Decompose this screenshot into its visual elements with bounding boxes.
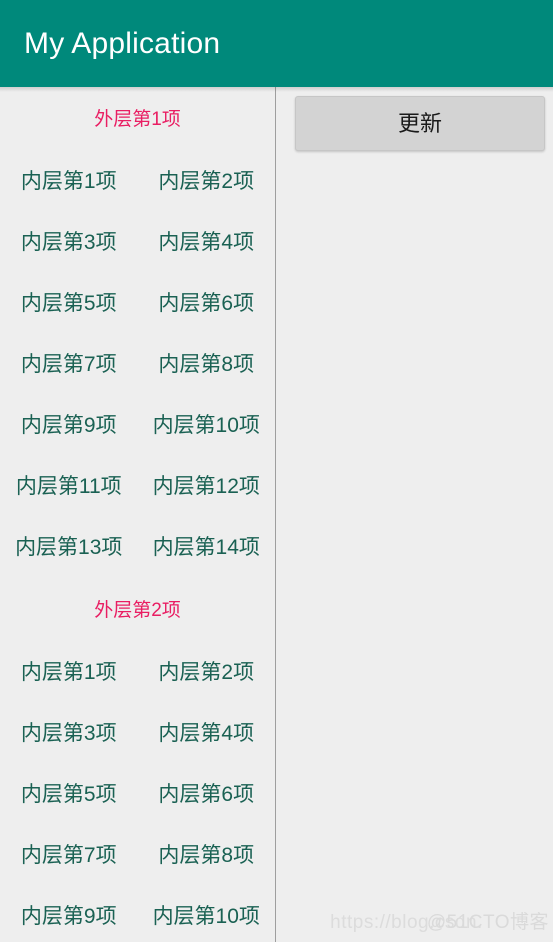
list-item[interactable]: 内层第2项 <box>138 662 276 683</box>
list-item[interactable]: 内层第6项 <box>138 293 276 314</box>
list-row: 内层第5项 内层第6项 <box>0 764 275 825</box>
list-item[interactable]: 内层第8项 <box>138 354 276 375</box>
list-item[interactable]: 内层第11项 <box>0 476 138 497</box>
list-item[interactable]: 内层第7项 <box>0 354 138 375</box>
list-item[interactable]: 内层第10项 <box>138 906 276 927</box>
list-item[interactable]: 内层第14项 <box>138 537 276 558</box>
list-row: 内层第1项 内层第2项 <box>0 151 275 212</box>
list-item[interactable]: 内层第12项 <box>138 476 276 497</box>
list-item[interactable]: 内层第6项 <box>138 784 276 805</box>
list-row: 内层第9项 内层第10项 <box>0 886 275 942</box>
list-group-header[interactable]: 外层第1项 <box>0 87 275 151</box>
list-item[interactable]: 内层第5项 <box>0 293 138 314</box>
list-item[interactable]: 内层第13项 <box>0 537 138 558</box>
page-title: My Application <box>24 26 221 60</box>
list-row: 内层第1项 内层第2项 <box>0 642 275 703</box>
list-group-header[interactable]: 外层第2项 <box>0 578 275 642</box>
list-item[interactable]: 内层第9项 <box>0 906 138 927</box>
expandable-list-view[interactable]: 外层第1项 内层第1项 内层第2项 内层第3项 内层第4项 内层第5项 内层第6项 内层第7项… <box>0 87 276 942</box>
list-item[interactable]: 内层第9项 <box>0 415 138 436</box>
list-item[interactable]: 内层第4项 <box>138 723 276 744</box>
list-row: 内层第3项 内层第4项 <box>0 703 275 764</box>
right-panel: 更新 <box>276 87 553 942</box>
app-bar: My Application <box>0 0 553 87</box>
list-row: 内层第7项 内层第8项 <box>0 334 275 395</box>
list-item[interactable]: 内层第3项 <box>0 232 138 253</box>
list-row: 内层第5项 内层第6项 <box>0 273 275 334</box>
list-item[interactable]: 内层第1项 <box>0 662 138 683</box>
list-row: 内层第7项 内层第8项 <box>0 825 275 886</box>
list-row: 内层第9项 内层第10项 <box>0 395 275 456</box>
list-item[interactable]: 内层第10项 <box>138 415 276 436</box>
list-item[interactable]: 内层第2项 <box>138 171 276 192</box>
update-button[interactable]: 更新 <box>295 96 545 151</box>
list-item[interactable]: 内层第4项 <box>138 232 276 253</box>
list-item[interactable]: 内层第1项 <box>0 171 138 192</box>
list-row: 内层第3项 内层第4项 <box>0 212 275 273</box>
list-item[interactable]: 内层第7项 <box>0 845 138 866</box>
list-row: 内层第13项 内层第14项 <box>0 517 275 578</box>
list-row: 内层第11项 内层第12项 <box>0 456 275 517</box>
list-item[interactable]: 内层第5项 <box>0 784 138 805</box>
content-area: 外层第1项 内层第1项 内层第2项 内层第3项 内层第4项 内层第5项 内层第6项 内层第7项… <box>0 87 553 942</box>
list-item[interactable]: 内层第8项 <box>138 845 276 866</box>
list-item[interactable]: 内层第3项 <box>0 723 138 744</box>
